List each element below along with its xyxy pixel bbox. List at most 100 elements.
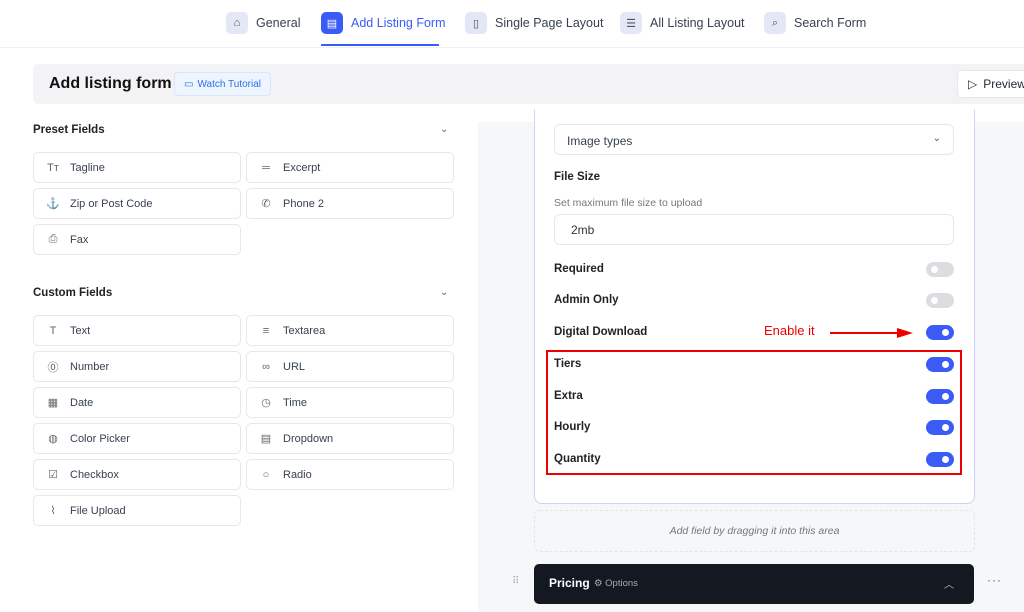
fax-icon: ⎙ [48,233,58,245]
field-item-tagline[interactable]: Tт Tagline [33,152,241,183]
field-label: Zip or Post Code [70,197,153,210]
active-tab-indicator [321,44,439,46]
excerpt-icon: ═ [262,161,270,174]
field-item-url[interactable]: ∞ URL [246,351,454,382]
textarea-icon: ≡ [262,324,270,337]
toggle-label: Admin Only [554,294,619,306]
pricing-title: Pricing [549,576,590,590]
toggle-label: Required [554,263,604,275]
preview-button[interactable]: ▷ Preview [957,70,1024,98]
home-icon: ⌂ [226,12,248,34]
options-button[interactable]: ⚙ Options [594,578,638,589]
preset-fields-heading: Preset Fields [33,124,105,136]
field-item-radio[interactable]: ○ Radio [246,459,454,490]
form-icon: ▤ [321,12,343,34]
toggle-digital-download[interactable] [926,325,954,340]
page-header: Add listing form ▭ Watch Tutorial ▷ Previe… [33,64,1024,104]
field-label: Phone 2 [283,197,324,210]
chevron-down-icon[interactable]: ⌄ [440,124,448,135]
field-label: URL [283,360,306,373]
field-item-number[interactable]: ⓪ Number [33,351,241,382]
drag-handle-icon[interactable]: ⠿ [512,576,519,587]
tab-label: Search Form [794,16,867,30]
tab-label: Single Page Layout [495,16,604,30]
watch-label: Watch Tutorial [197,78,261,90]
file-size-label: File Size [554,171,601,183]
field-item-dropdown[interactable]: ▤ Dropdown [246,423,454,454]
preview-label: Preview [983,77,1024,91]
top-tabs: ⌂ General ▤ Add Listing Form ▯ Single Page … [0,0,1024,48]
field-item-phone-2[interactable]: ✆ Phone 2 [246,188,454,219]
annotation-arrow [830,332,900,334]
field-item-date[interactable]: ▦ Date [33,387,241,418]
field-label: Date [70,396,94,409]
file-size-hint: Set maximum file size to upload [554,197,703,209]
tab-label: Add Listing Form [351,16,446,30]
field-label: Number [70,360,110,373]
play-icon: ▷ [968,77,978,91]
tab-general[interactable]: ⌂ General [226,11,300,35]
text-size-icon: Tт [47,161,59,174]
field-item-checkbox[interactable]: ☑ Checkbox [33,459,241,490]
phone-icon: ✆ [261,198,271,210]
chevron-down-icon[interactable]: ⌄ [440,287,448,298]
tab-label: General [256,16,301,30]
tab-add-listing-form[interactable]: ▤ Add Listing Form [321,11,445,35]
link-icon: ∞ [262,360,270,373]
tab-search-form[interactable]: ⌕ Search Form [764,11,866,35]
field-label: Dropdown [283,432,334,445]
search-icon: ⌕ [764,12,786,34]
chevron-up-icon[interactable]: ︿ [944,576,954,591]
palette-icon: ◍ [48,433,58,445]
more-options-icon[interactable]: ··· [987,573,1002,587]
field-label: Radio [283,468,312,481]
toggle-label: Digital Download [554,326,648,338]
page-icon: ▯ [465,12,487,34]
text-icon: T [49,324,57,337]
field-label: Color Picker [70,432,130,445]
radio-icon: ○ [262,468,270,481]
annotation-text: Enable it [764,323,815,338]
clock-icon: ◷ [261,397,271,409]
field-item-excerpt[interactable]: ═ Excerpt [246,152,454,183]
chevron-down-icon: ⌄ [932,133,941,144]
field-label: Text [70,324,91,337]
file-type-select[interactable]: Image types ⌄ [554,124,954,155]
annotation-highlight-box [546,350,962,475]
page-title: Add listing form [49,75,172,92]
video-icon: ▭ [184,78,194,90]
toggle-admin-only[interactable] [926,293,954,308]
pricing-section-header[interactable]: Pricing ⚙ Options ︿ [534,564,974,604]
field-item-textarea[interactable]: ≡ Textarea [246,315,454,346]
options-label: Options [605,578,638,589]
select-value: Image types [567,134,633,148]
field-label: Time [283,396,308,409]
toggle-required[interactable] [926,262,954,277]
field-item-time[interactable]: ◷ Time [246,387,454,418]
field-item-zip-or-post-code[interactable]: ⚓ Zip or Post Code [33,188,241,219]
field-label: Checkbox [70,468,119,481]
tab-all-listing-layout[interactable]: ☰ All Listing Layout [620,11,745,35]
field-label: Textarea [283,324,326,337]
tab-single-page-layout[interactable]: ▯ Single Page Layout [465,11,603,35]
tab-label: All Listing Layout [650,16,745,30]
file-size-input[interactable]: 2mb [554,214,954,245]
field-item-file-upload[interactable]: ⌇ File Upload [33,495,241,526]
number-icon: ⓪ [47,361,59,374]
field-item-fax[interactable]: ⎙ Fax [33,224,241,255]
drop-zone[interactable]: Add field by dragging it into this area [534,510,975,552]
watch-tutorial-button[interactable]: ▭ Watch Tutorial [174,72,271,96]
field-item-color-picker[interactable]: ◍ Color Picker [33,423,241,454]
calendar-icon: ▦ [47,397,59,409]
field-label: Excerpt [283,161,321,174]
checkbox-icon: ☑ [48,469,58,481]
field-item-text[interactable]: T Text [33,315,241,346]
paperclip-icon: ⌇ [50,505,56,517]
field-label: Fax [70,233,89,246]
field-label: Tagline [70,161,105,174]
custom-fields-heading: Custom Fields [33,287,113,299]
dropdown-icon: ▤ [260,433,272,445]
gear-icon: ⚙ [594,578,603,589]
anchor-icon: ⚓ [46,198,60,210]
annotation-arrowhead [897,328,913,338]
